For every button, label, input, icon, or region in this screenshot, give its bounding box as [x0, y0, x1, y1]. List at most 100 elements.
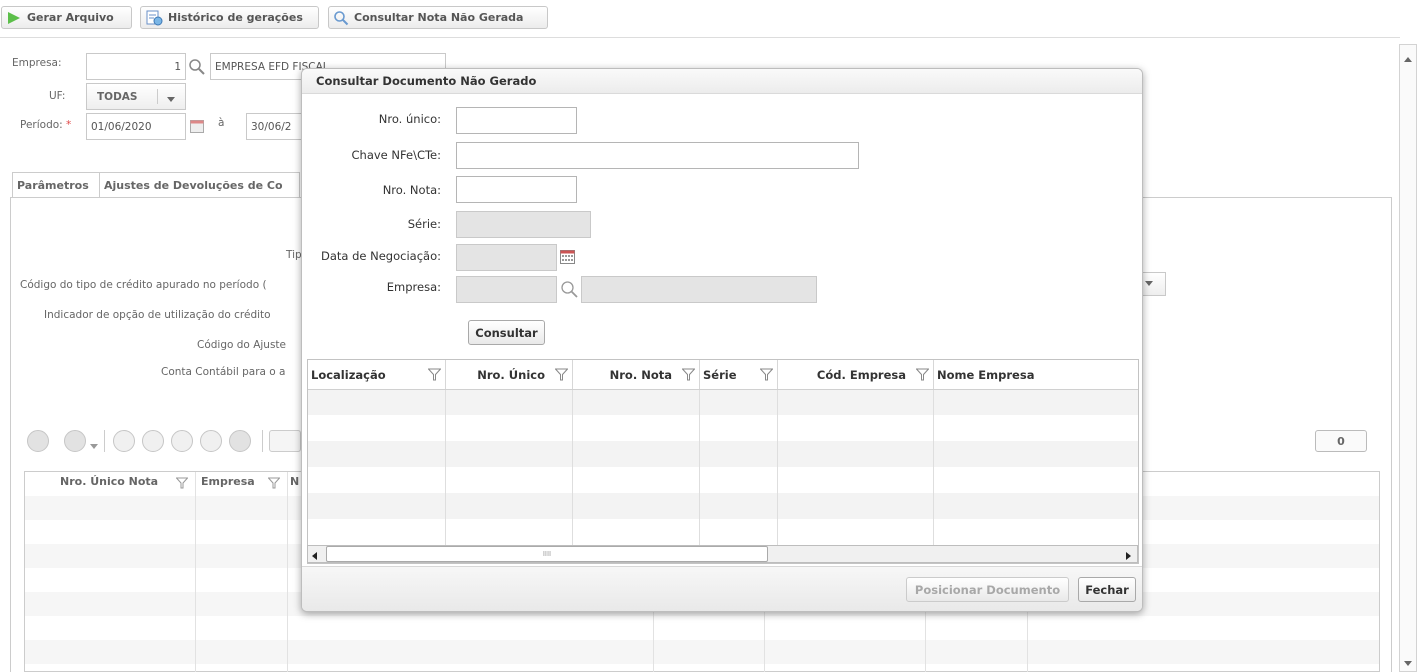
codigo-tipo-select[interactable]: [1140, 272, 1166, 296]
col-nome-empresa[interactable]: Nome Empresa: [934, 360, 1138, 389]
grid-col-line: [699, 389, 700, 563]
tab-parametros[interactable]: Parâmetros: [12, 172, 100, 198]
add-button[interactable]: [269, 430, 301, 452]
col-serie-label: Série: [703, 367, 737, 382]
filter-icon[interactable]: [681, 368, 696, 384]
grid-options-button[interactable]: [64, 430, 86, 452]
calendar-icon[interactable]: [190, 120, 204, 136]
col-cod-empresa-label: Cód. Empresa: [816, 367, 906, 382]
serie-label: Série:: [407, 217, 441, 231]
scroll-right-arrow[interactable]: [1126, 550, 1132, 563]
consultar-nota-button[interactable]: Consultar Nota Não Gerada: [328, 6, 548, 29]
scroll-left-arrow[interactable]: [312, 550, 318, 563]
filter-icon[interactable]: [554, 368, 569, 384]
consultar-nota-label: Consultar Nota Não Gerada: [354, 11, 524, 24]
grid-col-line: [572, 389, 573, 563]
periodo-label-text: Período:: [20, 119, 63, 131]
bg-grid-col-line: [925, 612, 926, 672]
bg-grid-col-line: [195, 472, 196, 672]
posicionar-documento-button[interactable]: Posicionar Documento: [906, 577, 1069, 602]
filter-icon[interactable]: [175, 477, 189, 492]
uf-select-divider: [157, 89, 158, 104]
scroll-grip: IIII: [542, 550, 552, 558]
col-nro-nota-label: Nro. Nota: [609, 367, 672, 382]
scroll-thumb[interactable]: IIII: [326, 546, 768, 562]
gerar-arquivo-label: Gerar Arquivo: [27, 11, 114, 24]
empresa-label-modal: Empresa:: [386, 280, 441, 294]
dialog-title: Consultar Documento Não Gerado: [302, 69, 1142, 94]
chevron-down-icon: [90, 440, 98, 453]
empresa-code-input[interactable]: [456, 276, 557, 303]
codigo-ajuste-label: Código do Ajuste: [197, 339, 286, 351]
col-nro-nota[interactable]: Nro. Nota: [573, 360, 700, 389]
bg-col-empresa: Empresa: [201, 475, 255, 488]
record-count-value: 0: [1337, 434, 1345, 448]
filter-icon[interactable]: [427, 368, 442, 384]
last-page-button[interactable]: [200, 430, 222, 452]
indicador-opcao-label: Indicador de opção de utilização do créd…: [44, 309, 271, 321]
periodo-start-field[interactable]: 01/06/2020: [86, 113, 186, 140]
result-grid: Localização Nro. Único Nro. Nota Série C…: [307, 359, 1139, 564]
col-localizacao[interactable]: Localização: [308, 360, 446, 389]
nro-nota-input[interactable]: [456, 176, 577, 203]
grid-horizontal-scrollbar[interactable]: IIII: [307, 545, 1138, 563]
required-marker: *: [66, 119, 72, 131]
search-icon: [333, 10, 349, 26]
uf-value: TODAS: [97, 90, 138, 103]
chevron-down-icon: [167, 94, 175, 106]
col-nro-unico[interactable]: Nro. Único: [446, 360, 573, 389]
grid-col-line: [777, 389, 778, 563]
periodo-separator: à: [218, 117, 225, 129]
periodo-end-field[interactable]: 30/06/2: [246, 113, 306, 140]
toolbar-divider: [0, 37, 1400, 38]
scroll-down-arrow[interactable]: [1404, 657, 1412, 670]
dialog-footer: Posicionar Documento Fechar: [302, 566, 1142, 611]
historico-geracoes-button[interactable]: Histórico de gerações: [140, 6, 319, 29]
posicionar-documento-label: Posicionar Documento: [914, 582, 1061, 597]
gerar-arquivo-button[interactable]: Gerar Arquivo: [1, 6, 132, 29]
bg-col-nro-unico-nota: Nro. Único Nota: [60, 475, 159, 488]
tipo-label: Tip: [286, 249, 302, 261]
refresh-button[interactable]: [229, 430, 251, 452]
tab-ajustes-label: Ajustes de Devoluções de Co: [104, 179, 283, 192]
result-grid-header: Localização Nro. Único Nro. Nota Série C…: [308, 360, 1138, 390]
search-icon[interactable]: [560, 280, 579, 302]
data-negociacao-input[interactable]: [456, 244, 557, 271]
grid-col-line: [445, 389, 446, 563]
first-page-button[interactable]: [113, 430, 135, 452]
grid-view-button[interactable]: [27, 430, 49, 452]
bg-grid-col-line: [764, 612, 765, 672]
uf-select[interactable]: TODAS: [86, 83, 186, 110]
calendar-icon[interactable]: [560, 250, 575, 267]
scroll-up-arrow[interactable]: [1404, 53, 1412, 66]
periodo-end-value: 30/06/2: [251, 120, 292, 133]
col-cod-empresa[interactable]: Cód. Empresa: [778, 360, 934, 389]
nro-unico-label: Nro. único:: [378, 112, 441, 126]
next-page-button[interactable]: [171, 430, 193, 452]
tab-ajustes[interactable]: Ajustes de Devoluções de Co: [100, 172, 300, 198]
empresa-search-icon[interactable]: [188, 58, 206, 79]
filter-icon[interactable]: [267, 477, 281, 492]
serie-input[interactable]: [456, 211, 591, 238]
chave-nfe-input[interactable]: [456, 142, 859, 169]
fechar-button[interactable]: Fechar: [1078, 577, 1136, 602]
col-nro-unico-label: Nro. Único: [477, 367, 545, 382]
empresa-code-field[interactable]: 1: [86, 53, 186, 80]
result-row: [308, 493, 1138, 519]
consultar-button[interactable]: Consultar: [468, 320, 545, 345]
codigo-tipo-credito-label: Código do tipo de crédito apurado no per…: [20, 279, 267, 291]
bg-col-n: N: [290, 475, 300, 488]
empresa-name-input: [581, 276, 817, 303]
filter-icon[interactable]: [759, 368, 774, 384]
prev-page-button[interactable]: [142, 430, 164, 452]
col-localizacao-label: Localização: [311, 367, 386, 382]
periodo-start-value: 01/06/2020: [91, 120, 152, 133]
empresa-code-value: 1: [174, 60, 181, 73]
page-scrollbar[interactable]: [1399, 44, 1417, 672]
nro-unico-input[interactable]: [456, 107, 577, 134]
bg-grid-col-line: [287, 472, 288, 672]
filter-icon[interactable]: [915, 368, 930, 384]
col-serie[interactable]: Série: [700, 360, 778, 389]
grid-col-line: [933, 389, 934, 563]
tab-parametros-label: Parâmetros: [17, 179, 89, 192]
